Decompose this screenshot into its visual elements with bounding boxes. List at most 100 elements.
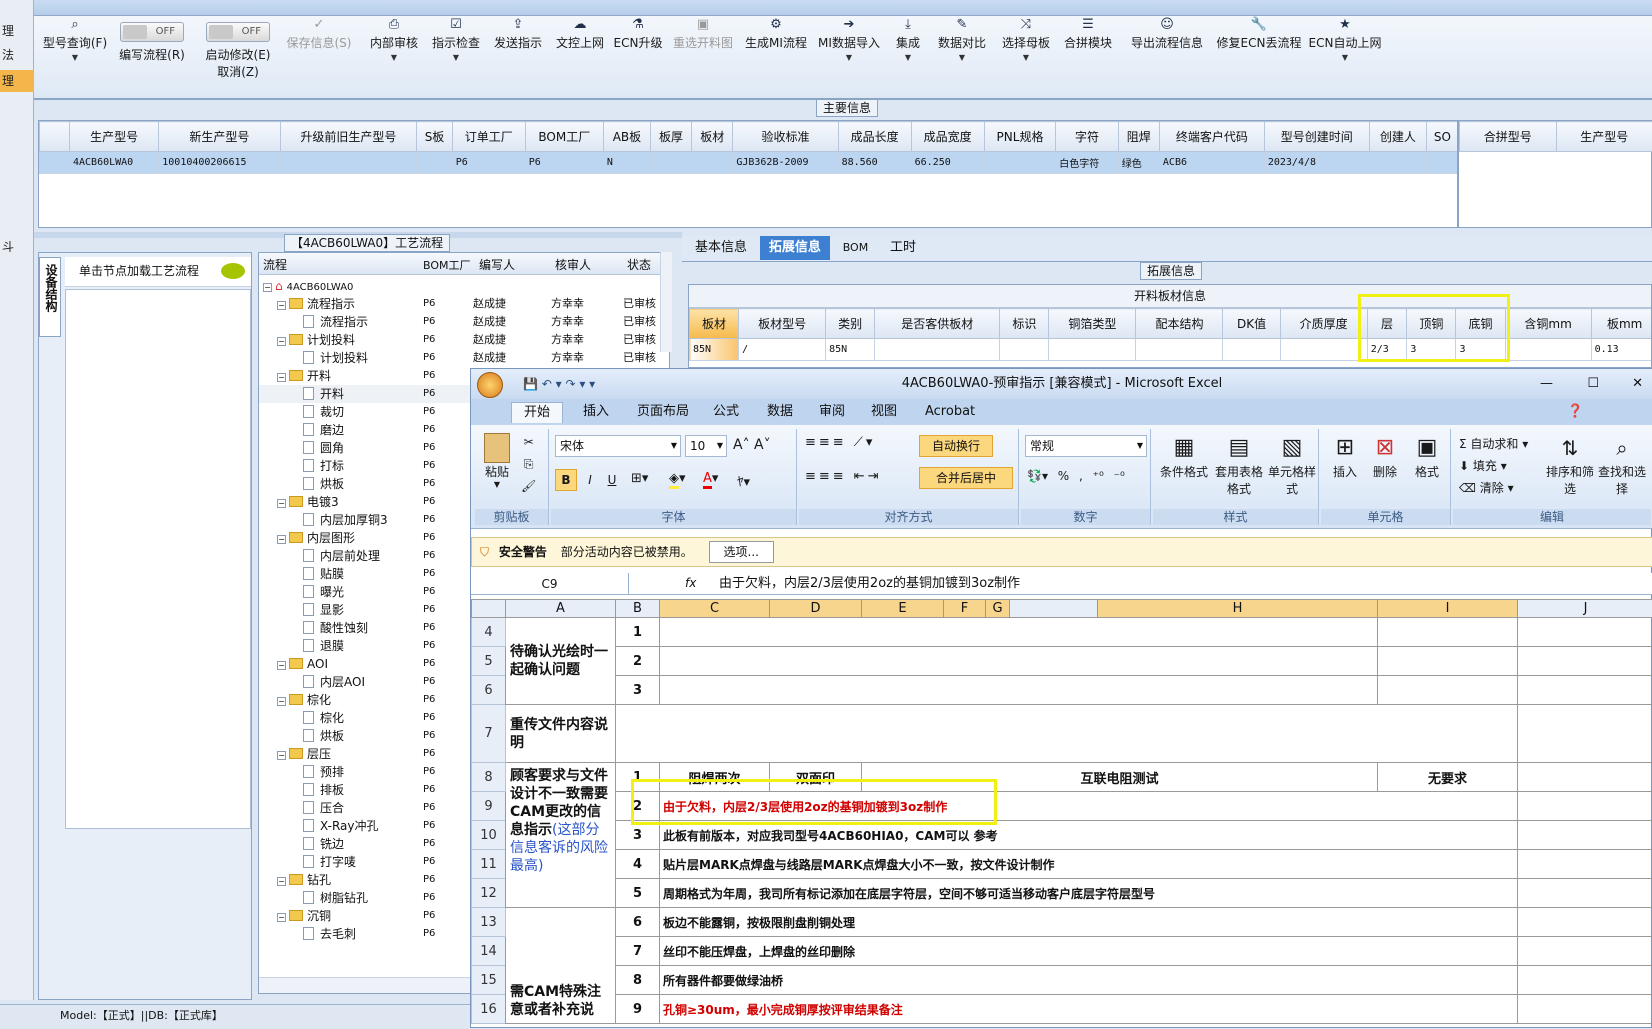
column-header[interactable]: BOM工厂 [525, 122, 603, 152]
table-cell[interactable]: 白色字符 [1056, 152, 1118, 174]
sheet-cell[interactable] [660, 647, 1378, 676]
sheet-cell[interactable]: 无要求 [1378, 763, 1518, 792]
sheet-cell[interactable]: 9 [616, 995, 660, 1024]
sheet-cell[interactable] [660, 676, 1378, 705]
table-cell[interactable] [1280, 339, 1367, 361]
nav-item[interactable]: 理 [0, 20, 34, 42]
collapse-icon[interactable]: − [277, 877, 286, 886]
ribbon-tab[interactable]: 插入 [583, 402, 609, 422]
column-header[interactable]: 标识 [1000, 309, 1049, 339]
sheet-cell[interactable]: 待确认光绘时一起确认问题 [506, 618, 616, 705]
column-header[interactable]: 状态 [627, 256, 651, 273]
repair-ecn-flow-button[interactable]: 🔧修复ECN丢流程 [1214, 16, 1304, 96]
column-header[interactable]: 新生产型号 [159, 122, 280, 152]
column-header[interactable]: S板 [417, 122, 452, 152]
start-modify-toggle[interactable]: OFF启动修改(E)取消(Z) [200, 16, 276, 96]
column-header[interactable]: AB板 [603, 122, 650, 152]
row-header[interactable]: 12 [472, 879, 506, 908]
sheet-cell[interactable] [1518, 763, 1652, 792]
sheet-cell[interactable] [1518, 647, 1652, 676]
doc-control-online-button[interactable]: ☁文控上网 [550, 16, 610, 96]
minimize-icon[interactable]: — [1540, 369, 1553, 399]
table-cell[interactable] [1505, 339, 1591, 361]
cell-style-button[interactable]: ▧单元格样式 [1267, 433, 1317, 497]
italic-button[interactable]: I [581, 469, 599, 491]
sheet-cell[interactable]: 孔铜≥30um，最小完成铜厚按评审结果备注 [660, 995, 1518, 1024]
table-cell[interactable]: 85N [826, 339, 875, 361]
tab-ext-info[interactable]: 拓展信息 [760, 236, 830, 260]
integrate-button[interactable]: ⤓集成▼ [886, 16, 930, 96]
sheet-cell[interactable]: 5 [616, 879, 660, 908]
column-header[interactable]: G [986, 600, 1010, 618]
column-header[interactable]: 阻焊 [1118, 122, 1159, 152]
column-header[interactable]: 流程 [263, 256, 287, 273]
table-cell[interactable] [692, 152, 733, 174]
edit-flow-toggle[interactable]: OFF编写流程(R) [114, 16, 190, 96]
table-cell[interactable]: ACB6 [1159, 152, 1264, 174]
sheet-cell[interactable] [1518, 966, 1652, 995]
sheet-cell[interactable] [1518, 618, 1652, 647]
column-header[interactable]: 编写人 [479, 256, 515, 273]
collapse-icon[interactable]: − [277, 697, 286, 706]
sheet-cell[interactable]: 1 [616, 618, 660, 647]
save-info-button[interactable]: ✓保存信息(S) [284, 16, 354, 96]
name-box[interactable]: C9 [471, 573, 629, 595]
sheet-cell[interactable]: 3 [616, 676, 660, 705]
sheet-cell[interactable] [1378, 676, 1518, 705]
sheet-cell[interactable] [1518, 995, 1652, 1024]
nav-item[interactable]: 斗 [0, 236, 34, 258]
table-cell[interactable] [1049, 339, 1136, 361]
column-header[interactable]: 含铜mm [1505, 309, 1591, 339]
table-cell[interactable] [417, 152, 452, 174]
tree-folder-node[interactable]: −计划投料P6赵成捷方幸幸已审核 [259, 331, 670, 349]
collapse-icon[interactable]: − [277, 913, 286, 922]
column-header[interactable]: A [506, 600, 616, 618]
row-header[interactable]: 8 [472, 763, 506, 792]
column-header[interactable]: 成品长度 [838, 122, 911, 152]
ribbon-tab[interactable]: 视图 [871, 402, 897, 422]
sheet-cell[interactable]: 2 [616, 647, 660, 676]
table-row[interactable]: 4ACB60LWA010010400206615P6P6NGJB362B-200… [40, 152, 1459, 174]
sheet-cell[interactable] [1518, 705, 1652, 763]
select-motherboard-button[interactable]: ⤨选择母板▼ [996, 16, 1056, 96]
row-header[interactable]: 5 [472, 647, 506, 676]
column-header[interactable]: 板材 [692, 122, 733, 152]
phonetic-icon[interactable]: ﾔ▾ [737, 471, 750, 490]
table-cell[interactable] [280, 152, 417, 174]
nav-item[interactable]: 法 [0, 44, 34, 66]
border-icon[interactable]: ⊞▾ [631, 471, 648, 486]
column-header[interactable]: 成品宽度 [911, 122, 984, 152]
insert-cells-button[interactable]: ⊞插入 [1327, 433, 1363, 480]
column-header[interactable]: 板mm [1591, 309, 1652, 339]
ribbon-tab-home[interactable]: 开始 [511, 402, 563, 423]
collapse-icon[interactable]: − [277, 337, 286, 346]
tree-leaf-node[interactable]: 计划投料P6赵成捷方幸幸已审核 [259, 349, 670, 367]
table-cell[interactable] [650, 152, 691, 174]
column-header[interactable]: I [1378, 600, 1518, 618]
fill-color-icon[interactable]: ◈▾ [669, 471, 686, 486]
sheet-cell[interactable]: 7 [616, 937, 660, 966]
table-cell[interactable]: 66.250 [911, 152, 984, 174]
sheet-cell[interactable] [660, 618, 1378, 647]
table-cell[interactable]: 4ACB60LWA0 [70, 152, 159, 174]
collapse-icon[interactable]: − [277, 499, 286, 508]
table-cell[interactable]: 绿色 [1118, 152, 1159, 174]
mi-data-import-button[interactable]: ➔MI数据导入▼ [816, 16, 882, 96]
column-header[interactable]: 铜箔类型 [1049, 309, 1136, 339]
table-cell[interactable]: 88.560 [838, 152, 911, 174]
sheet-cell[interactable] [1518, 879, 1652, 908]
options-button[interactable]: 选项... [709, 541, 774, 563]
tab-bom[interactable]: BOM [834, 236, 878, 260]
row-header[interactable]: 15 [472, 966, 506, 995]
ribbon-tab[interactable]: 数据 [767, 402, 793, 422]
sheet-cell[interactable]: 贴片层MARK点焊盘与线路层MARK点焊盘大小不一致，按文件设计制作 [660, 850, 1518, 879]
row-header[interactable]: 9 [472, 792, 506, 821]
column-header[interactable]: 升级前旧生产型号 [280, 122, 417, 152]
column-header[interactable]: 板材型号 [739, 309, 826, 339]
cut-copy-format-icons[interactable]: ✂⎘🖌 [521, 431, 536, 497]
column-header[interactable]: D [770, 600, 862, 618]
tree-root[interactable]: −⌂4ACB60LWA0 [263, 277, 353, 295]
sort-filter-button[interactable]: ⇅排序和筛选 [1545, 433, 1595, 497]
sheet-cell[interactable]: 6 [616, 908, 660, 937]
font-color-icon[interactable]: A▾ [703, 471, 718, 486]
